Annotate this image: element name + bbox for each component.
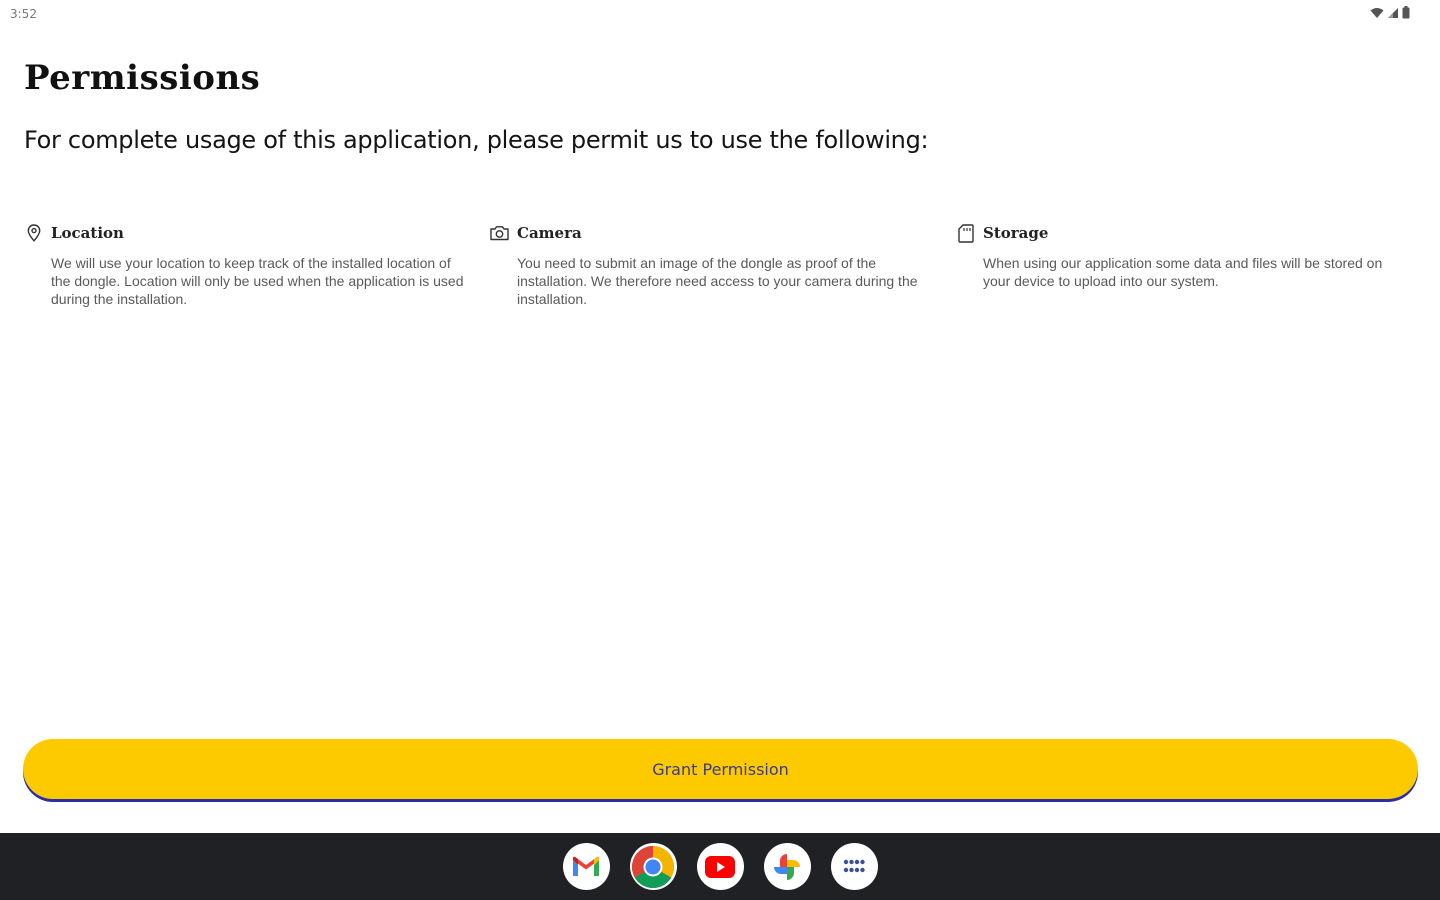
wifi-icon (1370, 7, 1384, 19)
permissions-list: Location We will use your location to ke… (24, 222, 1424, 308)
battery-icon (1402, 6, 1410, 19)
page-title: Permissions (24, 58, 261, 98)
permission-header: Camera (490, 222, 932, 244)
signal-icon (1387, 7, 1399, 19)
sd-card-icon (956, 223, 975, 243)
app-launcher-icon[interactable] (830, 843, 878, 890)
camera-icon (490, 224, 509, 243)
grant-permission-button[interactable]: Grant Permission (23, 739, 1418, 799)
permission-title: Location (51, 224, 124, 242)
taskbar (0, 833, 1440, 900)
page-subtitle: For complete usage of this application, … (24, 126, 929, 154)
location-pin-icon (24, 224, 43, 243)
permission-header: Storage (956, 222, 1398, 244)
permission-description: We will use your location to keep track … (51, 255, 464, 307)
status-time: 3:52 (10, 7, 37, 21)
gmail-icon[interactable] (562, 843, 610, 890)
photos-icon[interactable] (763, 843, 811, 890)
permission-camera: Camera You need to submit an image of th… (490, 222, 956, 308)
permission-title: Storage (983, 224, 1049, 242)
permission-description: You need to submit an image of the dongl… (517, 255, 918, 307)
permission-location: Location We will use your location to ke… (24, 222, 490, 308)
chrome-icon[interactable] (629, 843, 677, 890)
permission-description: When using our application some data and… (983, 255, 1383, 289)
permissions-screen: 3:52 Permissions For complete usage of t… (0, 0, 1440, 900)
youtube-icon[interactable] (696, 843, 744, 890)
status-icons (1370, 6, 1410, 19)
status-bar: 3:52 (0, 0, 1440, 28)
permission-storage: Storage When using our application some … (956, 222, 1422, 308)
permission-title: Camera (517, 224, 582, 242)
permission-header: Location (24, 222, 466, 244)
